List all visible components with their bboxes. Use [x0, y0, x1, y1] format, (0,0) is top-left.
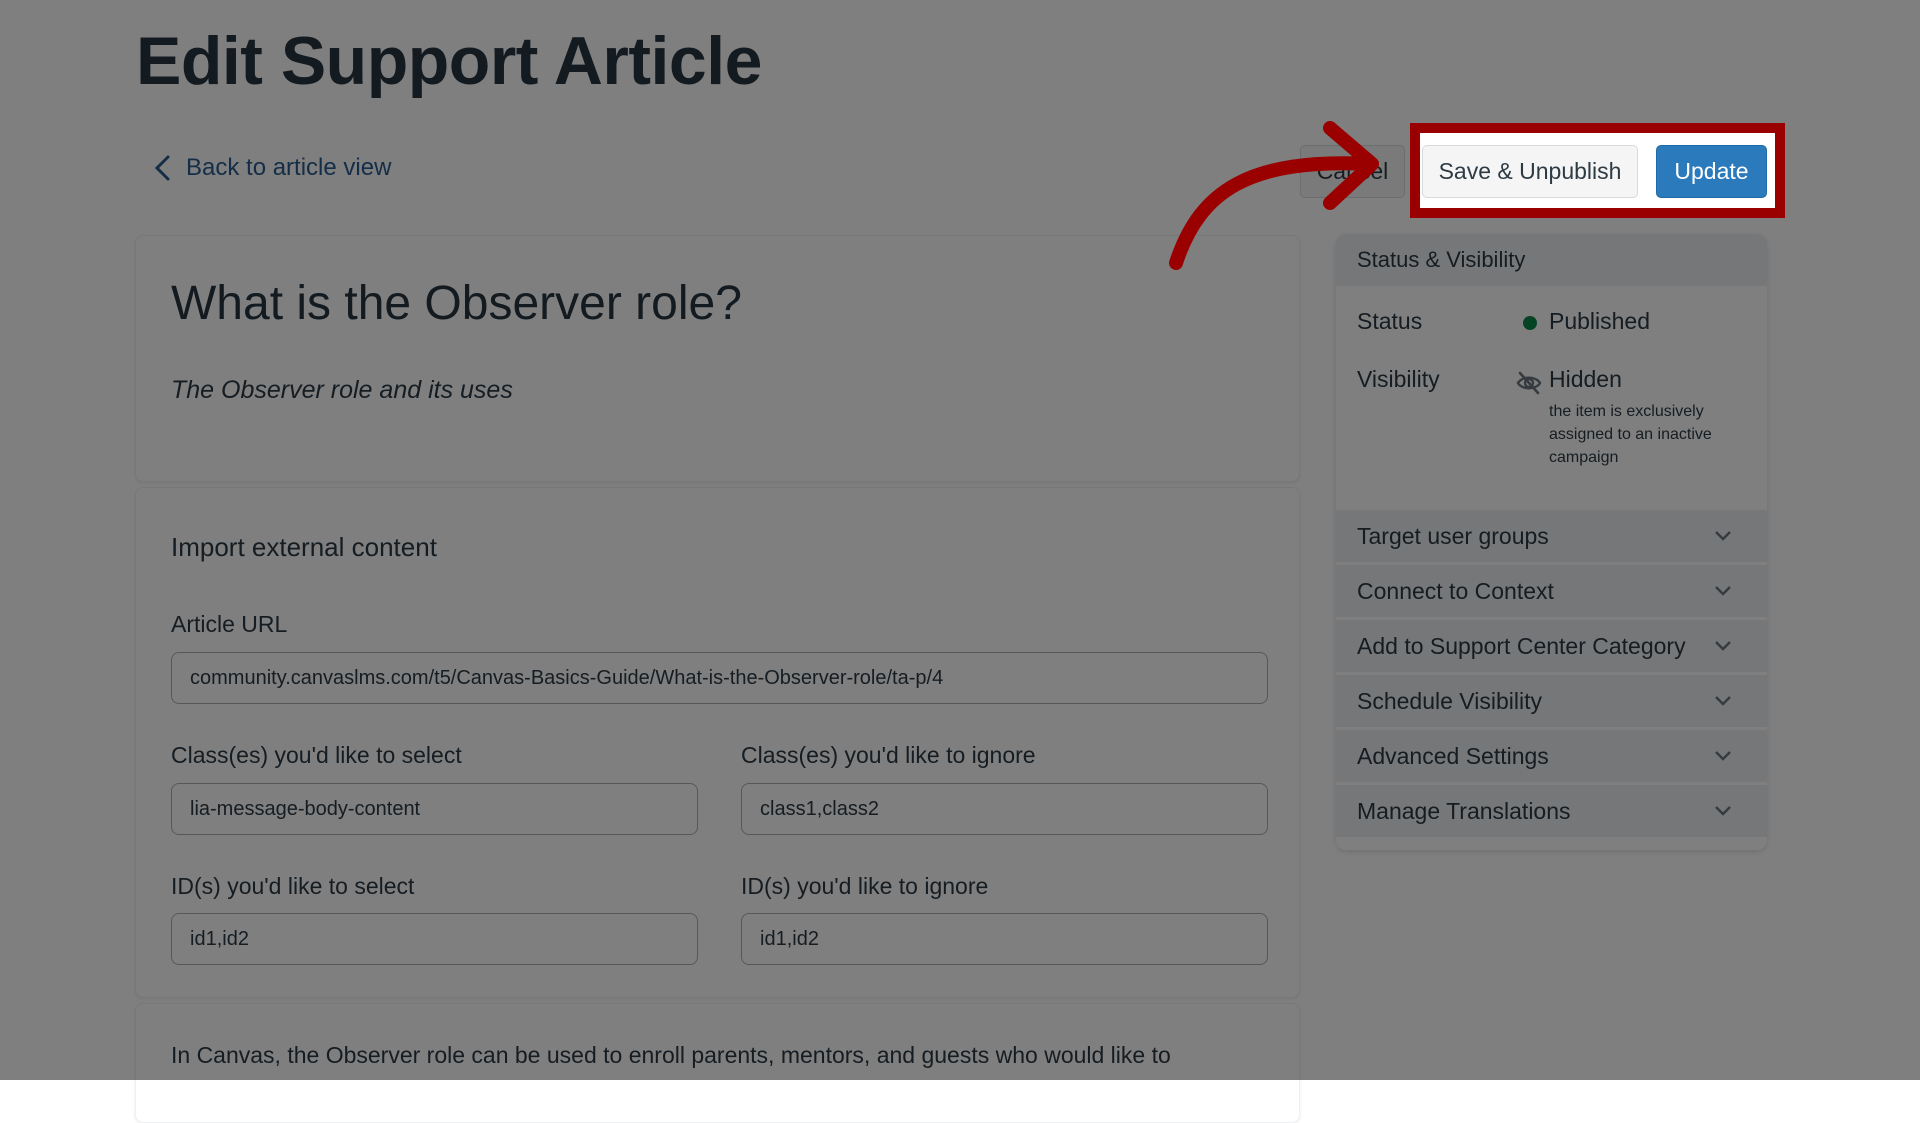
- section-label: Advanced Settings: [1357, 742, 1549, 769]
- status-dot-icon: [1523, 316, 1537, 330]
- eye-slash-icon: [1516, 371, 1542, 395]
- chevron-down-icon: [1715, 641, 1731, 651]
- article-body-card[interactable]: In Canvas, the Observer role can be used…: [135, 1003, 1300, 1123]
- id-ignore-input[interactable]: [741, 913, 1268, 965]
- section-label: Add to Support Center Category: [1357, 632, 1686, 659]
- section-target-user-groups[interactable]: Target user groups: [1336, 510, 1767, 562]
- import-heading: Import external content: [171, 532, 437, 562]
- back-link-label: Back to article view: [186, 154, 392, 181]
- id-select-label: ID(s) you'd like to select: [171, 873, 415, 899]
- class-ignore-input[interactable]: [741, 783, 1268, 835]
- article-title[interactable]: What is the Observer role?: [171, 276, 742, 331]
- chevron-left-icon: [154, 155, 170, 181]
- section-label: Target user groups: [1357, 522, 1549, 549]
- page-title: Edit Support Article: [136, 23, 762, 99]
- status-value: Published: [1549, 308, 1651, 334]
- section-manage-translations[interactable]: Manage Translations: [1336, 785, 1767, 837]
- section-schedule-visibility[interactable]: Schedule Visibility: [1336, 675, 1767, 727]
- chevron-down-icon: [1715, 751, 1731, 761]
- chevron-down-icon: [1715, 586, 1731, 596]
- back-to-article-link[interactable]: Back to article view: [152, 154, 391, 182]
- article-body-text[interactable]: In Canvas, the Observer role can be used…: [171, 1042, 1171, 1069]
- section-advanced-settings[interactable]: Advanced Settings: [1336, 730, 1767, 782]
- visibility-label: Visibility: [1357, 366, 1440, 392]
- class-select-label: Class(es) you'd like to select: [171, 742, 462, 768]
- section-label: Manage Translations: [1357, 797, 1571, 824]
- section-label: Schedule Visibility: [1357, 687, 1542, 714]
- visibility-value: Hidden: [1549, 366, 1622, 392]
- section-label: Connect to Context: [1357, 577, 1554, 604]
- status-visibility-panel: Status & Visibility Status Published Vis…: [1336, 234, 1767, 850]
- status-label: Status: [1357, 308, 1423, 334]
- article-url-input[interactable]: [171, 652, 1268, 704]
- panel-header: Status & Visibility: [1336, 234, 1767, 286]
- id-ignore-label: ID(s) you'd like to ignore: [741, 873, 989, 899]
- id-select-input[interactable]: [171, 913, 698, 965]
- class-select-input[interactable]: [171, 783, 698, 835]
- save-unpublish-button[interactable]: Save & Unpublish: [1422, 145, 1638, 198]
- article-header-card: What is the Observer role? The Observer …: [135, 235, 1300, 482]
- visibility-note: the item is exclusively assigned to an i…: [1549, 403, 1712, 466]
- update-button[interactable]: Update: [1656, 145, 1767, 198]
- class-ignore-label: Class(es) you'd like to ignore: [741, 742, 1036, 768]
- import-content-card: Import external content Article URL Clas…: [135, 487, 1300, 998]
- article-url-label: Article URL: [171, 611, 288, 637]
- cancel-button[interactable]: Cancel: [1300, 145, 1405, 198]
- chevron-down-icon: [1715, 531, 1731, 541]
- settings-accordion: Target user groups Connect to Context Ad…: [1336, 510, 1767, 840]
- section-connect-to-context[interactable]: Connect to Context: [1336, 565, 1767, 617]
- section-add-to-support-center-category[interactable]: Add to Support Center Category: [1336, 620, 1767, 672]
- article-subtitle[interactable]: The Observer role and its uses: [171, 376, 513, 405]
- chevron-down-icon: [1715, 696, 1731, 706]
- chevron-down-icon: [1715, 806, 1731, 816]
- panel-body: Status Published Visibility Hidden the i…: [1336, 286, 1767, 508]
